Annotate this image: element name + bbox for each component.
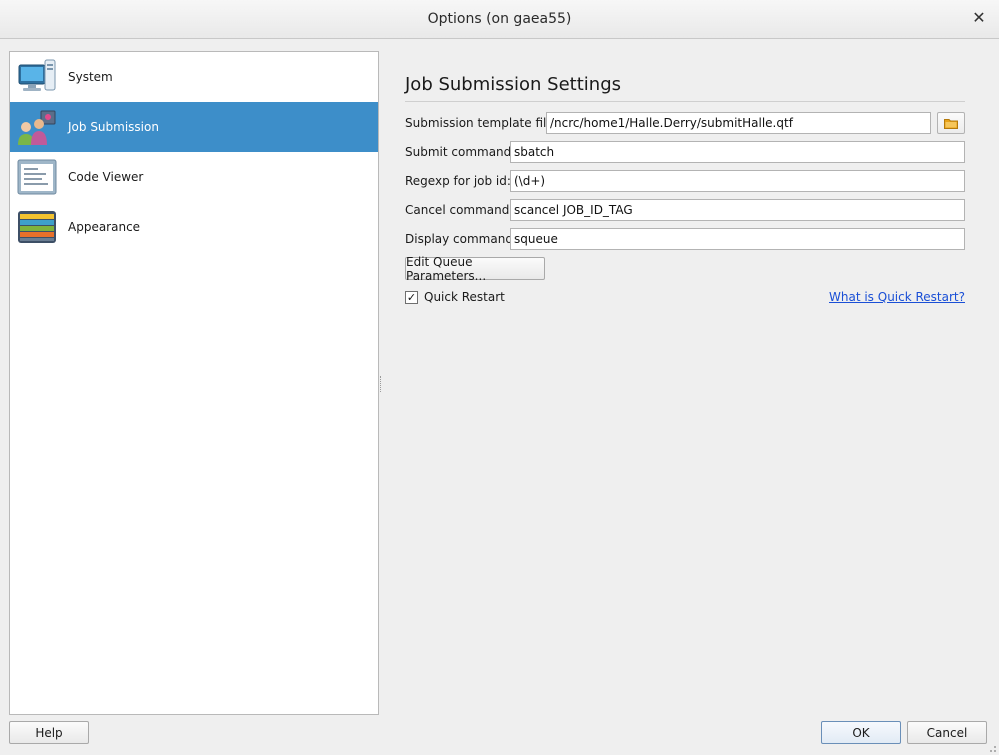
quick-restart-label: Quick Restart (424, 290, 505, 304)
job-id-regexp-row: Regexp for job id: (405, 170, 965, 192)
sidebar-item-code-viewer[interactable]: Code Viewer (10, 152, 378, 202)
submit-command-row: Submit command: (405, 141, 965, 163)
close-icon: ✕ (972, 8, 986, 27)
cancel-command-row: Cancel command: (405, 199, 965, 221)
submit-command-label: Submit command: (405, 145, 516, 159)
splitter-handle[interactable] (380, 376, 383, 392)
folder-icon (944, 118, 958, 129)
quick-restart-help-link[interactable]: What is Quick Restart? (829, 290, 965, 304)
edit-queue-parameters-button[interactable]: Edit Queue Parameters... (405, 255, 545, 283)
template-file-row: Submission template file: (405, 112, 965, 134)
ok-button[interactable]: OK (821, 721, 901, 744)
display-command-label: Display command: (405, 232, 517, 246)
sidebar-item-label: Code Viewer (68, 170, 144, 184)
display-command-input[interactable] (510, 228, 965, 250)
template-file-label: Submission template file: (405, 116, 558, 130)
resize-grip-icon[interactable] (987, 743, 997, 753)
submit-command-input[interactable] (510, 141, 965, 163)
page-title: Job Submission Settings (405, 74, 621, 95)
job-id-regexp-label: Regexp for job id: (405, 174, 511, 188)
job-id-regexp-input[interactable] (510, 170, 965, 192)
checkmark-icon: ✓ (406, 290, 417, 304)
quick-restart-checkbox[interactable]: ✓ (405, 290, 418, 304)
heading-divider (405, 101, 965, 102)
document-icon (17, 159, 57, 195)
title-bar: Options (on gaea55) ✕ (0, 0, 999, 39)
sidebar-item-label: Job Submission (68, 120, 159, 134)
template-file-input[interactable] (546, 112, 931, 134)
category-list: System Job Submission Code Viewer Appear… (9, 51, 379, 715)
quick-restart-option[interactable]: ✓ Quick Restart (405, 289, 505, 305)
help-button[interactable]: Help (9, 721, 89, 744)
sidebar-item-label: System (68, 70, 113, 84)
palette-icon (18, 211, 56, 243)
sidebar-item-label: Appearance (68, 220, 141, 234)
cancel-command-input[interactable] (510, 199, 965, 221)
computer-icon (18, 59, 56, 91)
sidebar-item-appearance[interactable]: Appearance (10, 202, 378, 252)
display-command-row: Display command: (405, 228, 965, 250)
sidebar-item-system[interactable]: System (10, 52, 378, 102)
browse-button[interactable] (937, 112, 965, 134)
users-icon (18, 110, 56, 145)
window-title: Options (on gaea55) (427, 11, 572, 27)
close-button[interactable]: ✕ (971, 10, 987, 26)
sidebar-item-job-submission[interactable]: Job Submission (10, 102, 378, 152)
cancel-command-label: Cancel command: (405, 203, 514, 217)
cancel-button[interactable]: Cancel (907, 721, 987, 744)
